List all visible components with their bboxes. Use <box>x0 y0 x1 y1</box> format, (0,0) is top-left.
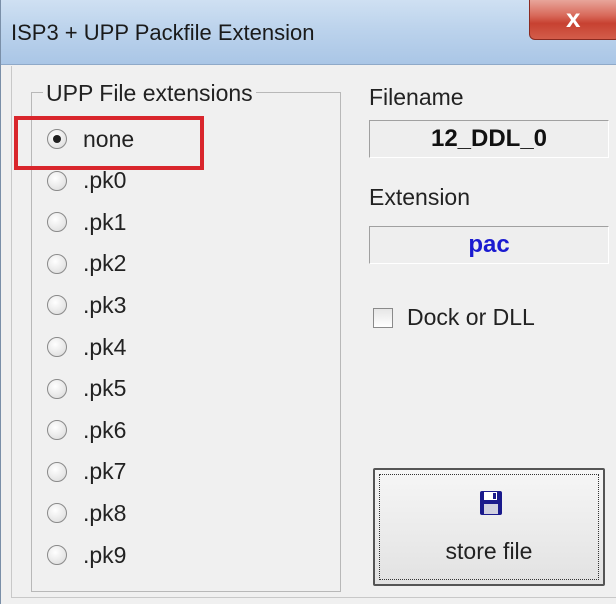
radio-label: .pk5 <box>83 375 127 402</box>
radio-button[interactable] <box>47 461 67 482</box>
radio-option-pk2[interactable]: .pk2 <box>47 249 126 279</box>
radio-label: .pk0 <box>83 167 127 194</box>
highlight-box <box>14 116 204 170</box>
radio-label: .pk9 <box>83 541 127 568</box>
radio-button[interactable] <box>47 378 67 399</box>
radio-button[interactable] <box>47 295 67 316</box>
dock-or-dll-checkbox[interactable] <box>373 307 393 328</box>
store-file-button[interactable]: store file <box>373 468 605 586</box>
store-file-label: store file <box>445 538 533 564</box>
extension-label: Extension <box>369 184 471 210</box>
radio-button[interactable] <box>47 337 67 357</box>
radio-option-pk6[interactable]: .pk6 <box>47 415 126 445</box>
radio-button[interactable] <box>47 503 67 524</box>
groupbox-legend: UPP File extensions <box>43 80 256 107</box>
floppy-disk-icon <box>480 491 502 515</box>
radio-label: .pk4 <box>83 333 127 360</box>
close-icon: x <box>566 3 581 33</box>
radio-option-pk7[interactable]: .pk7 <box>47 457 126 487</box>
dock-or-dll-label: Dock or DLL <box>407 304 535 330</box>
extension-field: pac <box>369 226 609 264</box>
close-button[interactable]: x <box>529 0 616 40</box>
radio-option-pk5[interactable]: .pk5 <box>47 374 126 404</box>
filename-label: Filename <box>369 84 464 110</box>
radio-button[interactable] <box>47 170 67 191</box>
radio-button[interactable] <box>47 420 67 441</box>
radio-option-pk9[interactable]: .pk9 <box>47 540 126 570</box>
radio-label: .pk6 <box>83 416 127 443</box>
dialog-window: ISP3 + UPP Packfile Extension x UPP File… <box>0 0 616 604</box>
window-title: ISP3 + UPP Packfile Extension <box>11 20 315 45</box>
radio-button[interactable] <box>47 212 67 233</box>
filename-field: 12_DDL_0 <box>369 120 609 158</box>
radio-option-pk8[interactable]: .pk8 <box>47 498 126 528</box>
radio-option-pk1[interactable]: .pk1 <box>47 207 126 237</box>
radio-label: .pk8 <box>83 499 127 526</box>
radio-button[interactable] <box>47 545 67 565</box>
radio-label: .pk1 <box>83 208 127 235</box>
title-bar[interactable]: ISP3 + UPP Packfile Extension x <box>1 0 616 65</box>
radio-option-pk0[interactable]: .pk0 <box>47 166 126 196</box>
radio-button[interactable] <box>47 253 67 274</box>
radio-option-pk3[interactable]: .pk3 <box>47 290 126 320</box>
radio-label: .pk7 <box>83 458 127 485</box>
radio-option-pk4[interactable]: .pk4 <box>47 332 126 362</box>
radio-label: .pk2 <box>83 250 127 277</box>
dock-or-dll-checkbox-row[interactable]: Dock or DLL <box>373 304 535 331</box>
radio-label: .pk3 <box>83 291 127 318</box>
